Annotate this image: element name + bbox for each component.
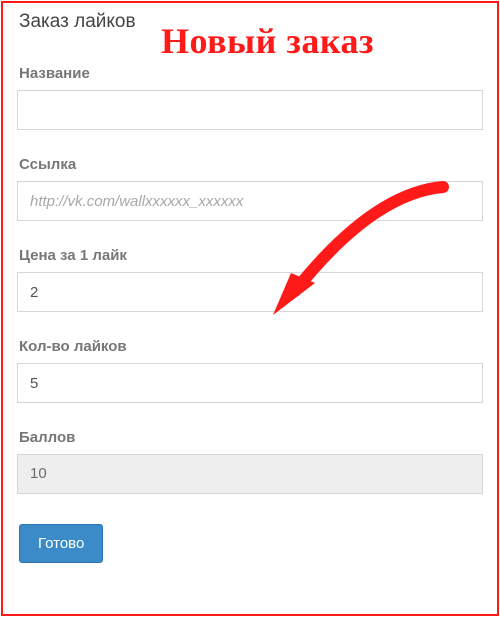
link-input[interactable]	[17, 181, 483, 221]
label-link: Ссылка	[19, 156, 483, 173]
order-form-frame: Заказ лайков Новый заказ Название Ссылка…	[1, 1, 499, 616]
label-name: Название	[19, 65, 483, 82]
points-display: 10	[17, 454, 483, 494]
label-points: Баллов	[19, 429, 483, 446]
submit-button[interactable]: Готово	[19, 524, 103, 563]
name-input[interactable]	[17, 90, 483, 130]
label-qty: Кол-во лайков	[19, 338, 483, 355]
page-title: Заказ лайков	[19, 11, 483, 33]
price-input[interactable]	[17, 272, 483, 312]
qty-input[interactable]	[17, 363, 483, 403]
label-price: Цена за 1 лайк	[19, 247, 483, 264]
